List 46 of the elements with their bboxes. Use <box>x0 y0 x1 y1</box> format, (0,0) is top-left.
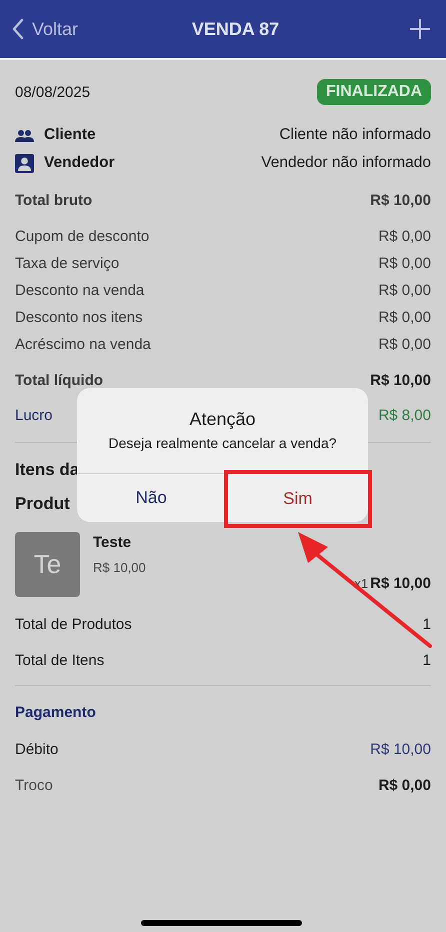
field-value: R$ 0,00 <box>378 309 431 326</box>
field-value: R$ 0,00 <box>378 282 431 299</box>
field-label: Total bruto <box>15 192 92 208</box>
sale-date: 08/08/2025 <box>15 84 90 100</box>
person-badge-icon <box>15 154 34 172</box>
field-label: Taxa de serviço <box>15 255 120 272</box>
field-value: R$ 10,00 <box>370 192 431 208</box>
dialog-title: Atenção <box>189 409 256 430</box>
field-value: R$ 0,00 <box>378 336 431 353</box>
section-heading: Pagamento <box>15 703 97 723</box>
field-label: Desconto na venda <box>15 282 144 299</box>
add-icon[interactable] <box>409 18 431 40</box>
cancel-button[interactable]: Não <box>77 474 226 522</box>
section-heading: Produt <box>15 494 70 514</box>
field-value: R$ 10,00 <box>370 372 431 389</box>
field-label: Débito <box>15 740 58 758</box>
field-label: Cliente <box>44 126 96 144</box>
field-label: Troco <box>15 776 53 794</box>
field-label: Total líquido <box>15 372 104 389</box>
field-value: 1 <box>422 616 431 632</box>
field-label: Acréscimo na venda <box>15 336 151 353</box>
back-button[interactable]: Voltar <box>12 18 102 40</box>
field-value: R$ 10,00 <box>370 740 431 758</box>
product-thumbnail: Te <box>15 532 80 597</box>
field-label: Desconto nos itens <box>15 309 143 326</box>
product-price: R$ 10,00 <box>93 560 146 575</box>
chevron-left-icon <box>12 18 24 40</box>
field-label: Total de Itens <box>15 652 104 668</box>
confirm-button[interactable]: Sim <box>224 470 372 528</box>
field-value: R$ 0,00 <box>378 255 431 272</box>
status-badge: FINALIZADA <box>317 79 431 105</box>
field-value: R$ 8,00 <box>378 407 431 424</box>
product-name: Teste <box>93 534 132 551</box>
field-value: R$ 0,00 <box>378 228 431 245</box>
field-value: Cliente não informado <box>279 126 431 144</box>
field-label: Total de Produtos <box>15 616 132 632</box>
field-value: Vendedor não informado <box>261 154 431 172</box>
screen-title: VENDA 87 <box>192 18 280 40</box>
dialog-message: Deseja realmente cancelar a venda? <box>108 435 337 451</box>
field-value: 1 <box>422 652 431 668</box>
field-label: Vendedor <box>44 154 115 172</box>
field-label: Cupom de desconto <box>15 228 150 245</box>
people-icon <box>15 128 34 142</box>
product-total: R$ 10,00 <box>370 575 431 592</box>
field-label: Lucro <box>15 407 53 424</box>
field-value: R$ 0,00 <box>378 776 431 794</box>
